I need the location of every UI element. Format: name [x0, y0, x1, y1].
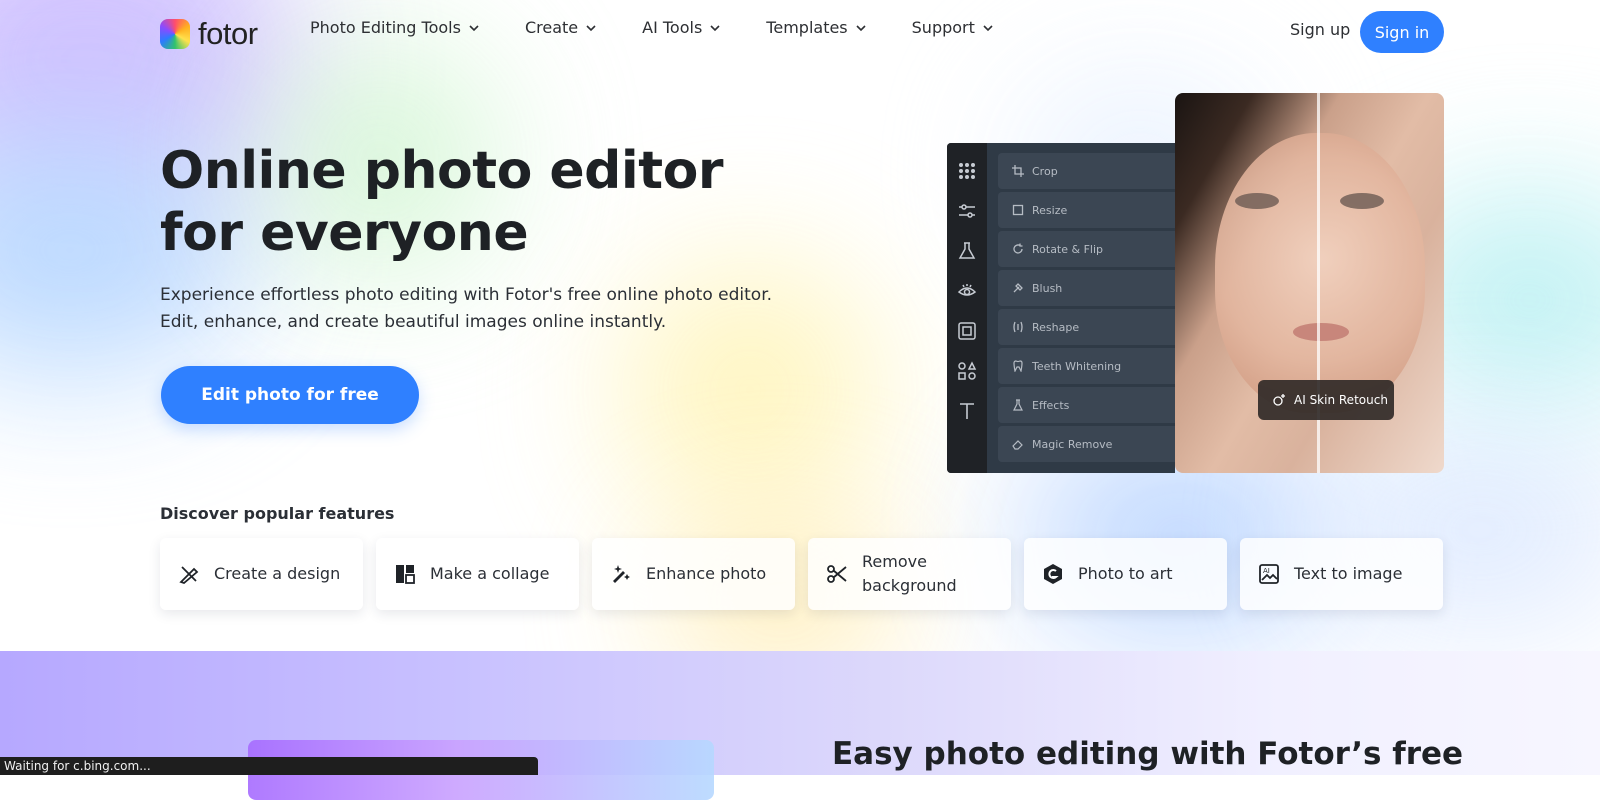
brand-name: fotor [198, 16, 258, 51]
eraser-icon [1012, 440, 1023, 450]
hero-subtitle-line: Edit, enhance, and create beautiful imag… [160, 312, 667, 332]
feature-remove-background[interactable]: Remove background [808, 538, 1011, 610]
nav-create[interactable]: Create [525, 18, 596, 37]
editor-toolbar [947, 143, 987, 473]
portrait-eye [1235, 193, 1279, 209]
collage-icon [396, 565, 415, 584]
nav-label: Photo Editing Tools [310, 18, 461, 37]
feature-label: Make a collage [430, 564, 550, 583]
feature-photo-to-art[interactable]: Photo to art [1024, 538, 1227, 610]
ai-image-icon: AI [1259, 564, 1279, 584]
feature-make-collage[interactable]: Make a collage [376, 538, 579, 610]
portrait-eye [1340, 193, 1384, 209]
feature-label: Text to image [1294, 564, 1403, 583]
feature-create-design[interactable]: Create a design [160, 538, 363, 610]
reshape-icon [1013, 321, 1023, 333]
ai-skin-retouch-badge[interactable]: AI Skin Retouch [1258, 380, 1394, 420]
tool-label: Effects [1032, 398, 1070, 412]
chevron-down-icon [586, 24, 596, 31]
tool-label: Teeth Whitening [1032, 359, 1122, 373]
svg-text:AI: AI [1263, 567, 1270, 575]
chevron-down-icon [856, 24, 866, 31]
rotate-icon [1013, 243, 1023, 254]
tool-label: Rotate & Flip [1032, 242, 1104, 256]
nav-label: Support [911, 18, 975, 37]
badge-label: AI Skin Retouch [1294, 393, 1388, 407]
hero-title: Online photo editor for everyone [160, 141, 723, 263]
sign-up-link[interactable]: Sign up [1290, 20, 1350, 39]
chevron-down-icon [469, 24, 479, 31]
hero-subtitle-line: Experience effortless photo editing with… [160, 285, 773, 305]
tool-label: Reshape [1032, 320, 1080, 334]
tool-label: Blush [1032, 281, 1063, 295]
frame-icon[interactable] [957, 321, 977, 341]
sign-in-button[interactable]: Sign in [1360, 11, 1444, 53]
feature-text-to-image[interactable]: AI Text to image [1240, 538, 1443, 610]
brush-icon [1013, 283, 1023, 293]
feature-label: Remove background [862, 552, 957, 595]
feature-label: Photo to art [1078, 564, 1173, 583]
tool-effects[interactable]: Effects [998, 387, 1175, 423]
tool-label: Crop [1032, 164, 1058, 178]
tool-rotate-flip[interactable]: Rotate & Flip [998, 231, 1175, 267]
section-title: Easy photo editing with Fotor’s free [832, 736, 1464, 772]
nav-photo-editing-tools[interactable]: Photo Editing Tools [310, 18, 479, 37]
tooth-icon [1013, 360, 1023, 372]
editor-preview-panel: Crop Resize Rotate & Flip Blush Reshape … [947, 143, 1175, 473]
flask-icon[interactable] [957, 241, 977, 261]
eye-icon[interactable] [957, 281, 977, 301]
site-header: fotor Photo Editing Tools Create AI Tool… [0, 0, 1600, 64]
feature-label: Create a design [214, 564, 341, 583]
status-text: Waiting for c.bing.com... [4, 759, 151, 773]
tool-label: Magic Remove [1032, 437, 1113, 451]
tool-crop[interactable]: Crop [998, 153, 1175, 189]
nav-templates[interactable]: Templates [766, 18, 866, 37]
nav-label: Create [524, 18, 579, 37]
pencil-ruler-icon [179, 566, 199, 585]
nav-support[interactable]: Support [912, 18, 993, 37]
crop-icon [1012, 165, 1024, 177]
flask-icon [1013, 399, 1023, 411]
tool-blush[interactable]: Blush [998, 270, 1175, 306]
tool-resize[interactable]: Resize [998, 192, 1175, 228]
text-icon[interactable] [957, 401, 977, 421]
edit-photo-button[interactable]: Edit photo for free [161, 366, 419, 424]
chevron-down-icon [710, 24, 720, 31]
nav-label: Templates [766, 18, 848, 37]
grid-dots-icon[interactable] [957, 161, 977, 181]
tool-reshape[interactable]: Reshape [998, 309, 1175, 345]
tool-teeth-whitening[interactable]: Teeth Whitening [998, 348, 1175, 384]
sparkle-face-icon [1273, 394, 1285, 406]
resize-icon [1012, 204, 1024, 216]
browser-status-bar: Waiting for c.bing.com... [0, 757, 538, 775]
feature-enhance-photo[interactable]: Enhance photo [592, 538, 795, 610]
portrait-lips [1293, 323, 1349, 341]
features-title: Discover popular features [160, 504, 395, 523]
magic-wand-icon [613, 565, 630, 583]
nav-label: AI Tools [642, 18, 703, 37]
feature-label: Enhance photo [646, 564, 767, 583]
sliders-icon[interactable] [957, 201, 977, 221]
tool-magic-remove[interactable]: Magic Remove [998, 426, 1175, 462]
tool-label: Resize [1032, 203, 1068, 217]
main-nav: Photo Editing Tools Create AI Tools Temp… [310, 18, 1039, 37]
chevron-down-icon [983, 24, 993, 31]
art-hexagon-icon [1044, 564, 1062, 584]
portrait-face [1215, 133, 1425, 413]
shapes-icon[interactable] [957, 361, 977, 381]
fotor-logo-icon [160, 19, 190, 49]
fotor-logo[interactable]: fotor [160, 16, 258, 52]
hero-subtitle: Experience effortless photo editing with… [160, 282, 820, 336]
nav-ai-tools[interactable]: AI Tools [642, 18, 720, 37]
scissors-icon [827, 565, 847, 583]
